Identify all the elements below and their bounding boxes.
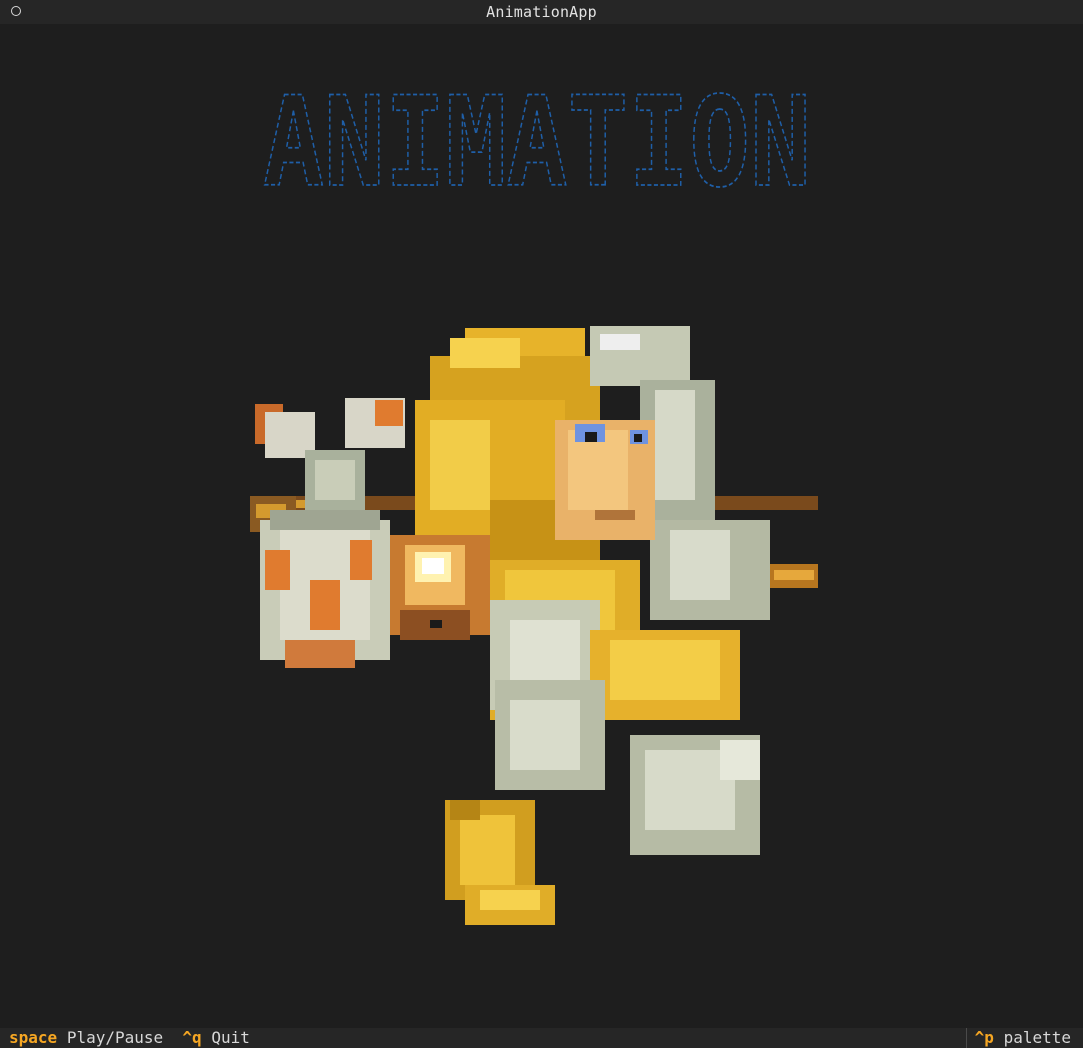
sack <box>255 398 405 668</box>
title-bar: AnimationApp <box>0 0 1083 24</box>
glowing-fist <box>390 535 490 640</box>
play-pause-label: Play/Pause <box>66 1028 164 1047</box>
knight-sprite <box>250 326 818 925</box>
circle-icon[interactable] <box>11 6 21 16</box>
banner-text: ANIMATION <box>263 88 811 198</box>
quit-binding[interactable]: ^q Quit <box>182 1028 249 1047</box>
play-pause-binding[interactable]: space Play/Pause <box>9 1028 163 1047</box>
play-pause-key: space <box>9 1028 58 1047</box>
palette-binding[interactable]: ^p palette <box>965 1028 1071 1048</box>
palette-key: ^p <box>974 1028 994 1047</box>
golden-boot <box>445 800 555 925</box>
face <box>555 420 655 540</box>
ascii-banner: ANIMATION <box>262 88 812 198</box>
animation-app-window: AnimationApp ANIMATION space Play/Pause … <box>0 0 1083 1048</box>
footer-bar: space Play/Pause ^q Quit ^p palette <box>0 1028 1083 1048</box>
key-bindings: space Play/Pause ^q Quit <box>9 1028 250 1048</box>
window-title: AnimationApp <box>486 3 597 21</box>
quit-label: Quit <box>211 1028 250 1047</box>
palette-label: palette <box>1003 1028 1071 1047</box>
quit-key: ^q <box>182 1028 202 1047</box>
